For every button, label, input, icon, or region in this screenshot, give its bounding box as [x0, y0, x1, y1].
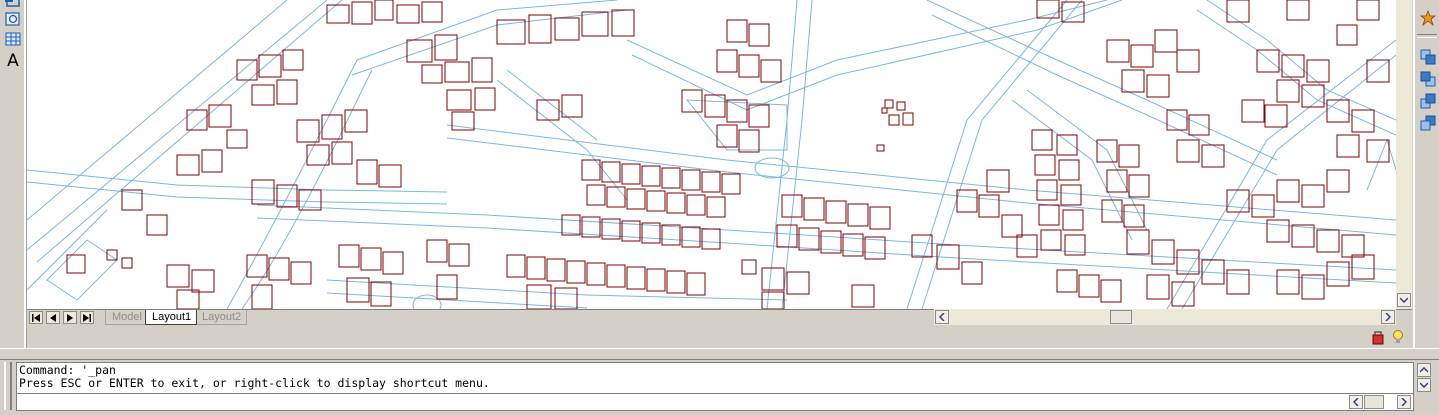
toolbar-edge	[1413, 0, 1415, 348]
tab-layout2[interactable]: Layout2	[195, 310, 247, 325]
building-outlines	[66, 0, 1390, 309]
draw-toolbar: A	[0, 0, 27, 348]
draw-order-above-icon[interactable]	[1418, 92, 1438, 110]
toolbar-lock-icon[interactable]	[1370, 329, 1386, 345]
draw-order-back-icon[interactable]	[1418, 70, 1438, 88]
draw-order-below-icon[interactable]	[1418, 114, 1438, 132]
tab-model[interactable]: Model	[105, 310, 147, 325]
table-icon[interactable]	[3, 30, 23, 48]
multiline-text-icon[interactable]: A	[3, 52, 23, 70]
next-tab-button[interactable]	[63, 311, 77, 324]
previous-tab-button[interactable]	[46, 311, 60, 324]
explode-icon[interactable]	[1418, 9, 1438, 27]
command-input[interactable]	[16, 394, 1414, 411]
command-window: Command: '_pan Press ESC or ENTER to exit…	[0, 360, 1439, 415]
vertical-scrollbar[interactable]	[1396, 0, 1412, 309]
make-block-icon[interactable]	[3, 10, 23, 28]
command-window-grip[interactable]	[4, 362, 12, 410]
command-scroll-down-button[interactable]	[1417, 378, 1431, 392]
tab-layout1[interactable]: Layout1	[145, 310, 197, 325]
command-scroll-right-button[interactable]	[1397, 395, 1411, 409]
command-scroll-left-button[interactable]	[1349, 395, 1363, 409]
road-network	[27, 0, 1396, 309]
status-tray-bar	[27, 325, 1412, 348]
draw-order-front-icon[interactable]	[1418, 48, 1438, 66]
clean-screen-icon[interactable]	[1390, 329, 1406, 345]
toolbar-edge	[24, 0, 26, 348]
command-scroll-up-button[interactable]	[1417, 363, 1431, 377]
multiline-text-glyph: A	[7, 51, 19, 71]
modify-toolbar	[1413, 0, 1439, 348]
insert-block-icon[interactable]	[3, 0, 23, 10]
first-tab-button[interactable]	[29, 311, 43, 324]
command-scroll-thumb[interactable]	[1364, 395, 1384, 409]
horizontal-scroll-thumb[interactable]	[1110, 310, 1132, 324]
command-line-2: Press ESC or ENTER to exit, or right-cli…	[19, 376, 490, 390]
window-splitter[interactable]	[0, 348, 1439, 360]
horizontal-scrollbar[interactable]	[934, 309, 1396, 325]
last-tab-button[interactable]	[80, 311, 94, 324]
scroll-left-button[interactable]	[935, 310, 949, 324]
scroll-right-button[interactable]	[1381, 310, 1395, 324]
scroll-down-button[interactable]	[1397, 293, 1411, 307]
drawing-canvas[interactable]	[27, 0, 1396, 309]
command-history: Command: '_pan Press ESC or ENTER to exit…	[16, 362, 1414, 394]
toolbar-separator	[1417, 34, 1437, 38]
